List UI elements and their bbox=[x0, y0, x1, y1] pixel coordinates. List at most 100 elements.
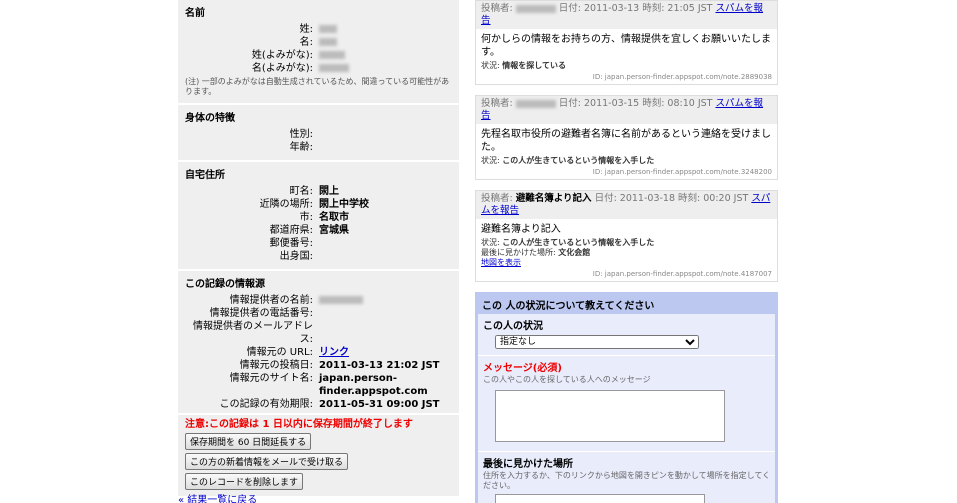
message-field-label: メッセージ(必須) bbox=[483, 363, 562, 374]
sex-label: 性別: bbox=[289, 129, 313, 140]
back-to-results-link[interactable]: « 結果一覧に戻る bbox=[178, 491, 257, 503]
surname-value bbox=[315, 23, 452, 36]
postal-code-row: 郵便番号: bbox=[185, 237, 452, 250]
sex-value bbox=[315, 128, 452, 141]
town-value: 閖上 bbox=[319, 186, 339, 197]
note-author-prefix: 投稿者: bbox=[481, 193, 513, 204]
message-hint: この人やこの人を探している人へのメッセージ bbox=[483, 375, 651, 384]
source-email-label: 情報提供者のメールアドレス: bbox=[193, 321, 313, 345]
note-card: 投稿者: 日付: 2011-03-15 時刻: 08:10 JST スパムを報告… bbox=[475, 95, 778, 180]
note-header: 投稿者: 避難名簿より記入 日付: 2011-03-18 時刻: 00:20 J… bbox=[476, 191, 777, 219]
given-name-reading-row: 名(よみがな): bbox=[185, 62, 452, 75]
subscribe-button[interactable]: この方の新着情報をメールで受け取る bbox=[185, 453, 349, 470]
status-field-label: この人の状況 bbox=[483, 321, 543, 332]
prefecture-value: 宮城県 bbox=[319, 225, 349, 236]
expiry-label: この記録の有効期限: bbox=[219, 399, 313, 410]
note-last-seen-label: 最後に見かけた場所: bbox=[481, 248, 559, 257]
source-section-title: この記録の情報源 bbox=[185, 279, 265, 290]
last-seen-input[interactable] bbox=[495, 494, 705, 503]
person-details-column: 名前 姓: 名: 姓(よみがな): 名(よみがな): (注) 一部のよみがなは自… bbox=[178, 0, 459, 496]
physical-section-title: 身体の特徴 bbox=[185, 113, 235, 124]
note-last-seen: 最後に見かけた場所: 文化会館 bbox=[476, 248, 777, 258]
given-name-reading-value bbox=[315, 62, 452, 75]
neighborhood-label: 近隣の場所: bbox=[259, 199, 313, 210]
note-date: 日付: 2011-03-13 時刻: 21:05 JST bbox=[558, 3, 713, 14]
postal-code-label: 郵便番号: bbox=[269, 238, 313, 249]
home-country-row: 出身国: bbox=[185, 250, 452, 263]
town-row: 町名: 閖上 bbox=[185, 185, 452, 198]
note-text: 先程名取市役所の避難者名簿に名前があるという連絡を受けました。 bbox=[481, 129, 771, 153]
note-status: 状況: 情報を探している bbox=[476, 61, 777, 71]
last-seen-field-label: 最後に見かけた場所 bbox=[483, 459, 573, 470]
extend-expiry-button[interactable]: 保存期間を 60 日間延長する bbox=[185, 433, 312, 450]
note-author-prefix: 投稿者: bbox=[481, 3, 513, 14]
note-status-label: 状況: bbox=[481, 156, 503, 165]
source-url-value: リンク bbox=[315, 346, 452, 359]
add-note-form: この 人の状況について教えてください この人の状況 指定なし メッセージ(必須)… bbox=[475, 292, 778, 503]
note-text: 何かしらの情報をお持ちの方、情報提供を宜しくお願いいたします。 bbox=[481, 34, 771, 58]
source-section: この記録の情報源 情報提供者の名前: 情報提供者の電話番号: 情報提供者のメール… bbox=[178, 271, 459, 413]
form-title: この 人の状況について教えてください bbox=[478, 295, 775, 314]
source-email-row: 情報提供者のメールアドレス: bbox=[185, 320, 452, 346]
source-phone-label: 情報提供者の電話番号: bbox=[209, 308, 313, 319]
note-id: ID: japan.person-finder.appspot.com/note… bbox=[592, 168, 772, 176]
status-select[interactable]: 指定なし bbox=[495, 335, 699, 349]
surname-row: 姓: bbox=[185, 23, 452, 36]
source-phone-row: 情報提供者の電話番号: bbox=[185, 307, 452, 320]
record-actions: 注意:この記録は 1 日以内に保存期間が終了します 保存期間を 60 日間延長す… bbox=[178, 415, 459, 496]
source-site-label: 情報元のサイト名: bbox=[229, 373, 313, 384]
message-textarea[interactable] bbox=[495, 390, 725, 442]
note-status-value: 情報を探している bbox=[502, 61, 567, 70]
note-id: ID: japan.person-finder.appspot.com/note… bbox=[592, 73, 772, 81]
source-email-value bbox=[315, 320, 452, 346]
age-row: 年齢: bbox=[185, 141, 452, 154]
address-section-title: 自宅住所 bbox=[185, 170, 225, 181]
note-status-label: 状況: bbox=[481, 61, 503, 70]
delete-record-button[interactable]: このレコードを削除します bbox=[185, 473, 304, 490]
note-status-label: 状況: bbox=[481, 238, 503, 247]
last-seen-hint: 住所を入力するか、下のリンクから地図を開きピンを動かして場所を指定してください。 bbox=[483, 471, 771, 490]
notes-column: 投稿者: 日付: 2011-03-13 時刻: 21:05 JST スパムを報告… bbox=[475, 0, 778, 503]
home-country-value bbox=[315, 250, 452, 263]
source-name-row: 情報提供者の名前: bbox=[185, 294, 452, 307]
city-value: 名取市 bbox=[319, 212, 349, 223]
note-date: 日付: 2011-03-15 時刻: 08:10 JST bbox=[558, 98, 713, 109]
note-date: 日付: 2011-03-18 時刻: 00:20 JST bbox=[594, 193, 749, 204]
expiry-warning: 注意:この記録は 1 日以内に保存期間が終了します bbox=[185, 419, 413, 430]
status-group: この人の状況 指定なし bbox=[478, 314, 775, 356]
note-author bbox=[515, 98, 556, 109]
reading-note: (注) 一部のよみがなは自動生成されているため、間違っている可能性があります。 bbox=[185, 77, 450, 96]
source-date-label: 情報元の投稿日: bbox=[239, 360, 313, 371]
note-author: 避難名簿より記入 bbox=[515, 193, 592, 204]
note-status-value: この人が生きているという情報を入手した bbox=[502, 156, 655, 165]
town-label: 町名: bbox=[289, 186, 313, 197]
sex-row: 性別: bbox=[185, 128, 452, 141]
name-section: 名前 姓: 名: 姓(よみがな): 名(よみがな): (注) 一部のよみがなは自… bbox=[178, 0, 459, 105]
age-label: 年齢: bbox=[289, 142, 313, 153]
surname-reading-value bbox=[315, 49, 452, 62]
age-value bbox=[315, 141, 452, 154]
note-header: 投稿者: 日付: 2011-03-15 時刻: 08:10 JST スパムを報告 bbox=[476, 96, 777, 124]
last-seen-group: 最後に見かけた場所 住所を入力するか、下のリンクから地図を開きピンを動かして場所… bbox=[478, 452, 775, 503]
expiry-value: 2011-05-31 09:00 JST bbox=[319, 399, 440, 410]
source-url-link[interactable]: リンク bbox=[319, 347, 349, 358]
address-section: 自宅住所 町名: 閖上 近隣の場所: 閖上中学校 市: 名取市 都道府県: 宮城県 郵便… bbox=[178, 162, 459, 271]
source-phone-value bbox=[315, 307, 452, 320]
source-site-row: 情報元のサイト名: japan.person-finder.appspot.com bbox=[185, 372, 452, 398]
given-name-reading-label: 名(よみがな): bbox=[251, 63, 313, 74]
note-last-seen-value: 文化会館 bbox=[558, 248, 591, 257]
source-name-label: 情報提供者の名前: bbox=[229, 295, 313, 306]
note-id: ID: japan.person-finder.appspot.com/note… bbox=[592, 270, 772, 278]
given-name-row: 名: bbox=[185, 36, 452, 49]
source-url-label: 情報元の URL: bbox=[246, 347, 313, 358]
note-author-prefix: 投稿者: bbox=[481, 98, 513, 109]
postal-code-value bbox=[315, 237, 452, 250]
note-header: 投稿者: 日付: 2011-03-13 時刻: 21:05 JST スパムを報告 bbox=[476, 1, 777, 29]
note-status: 状況: この人が生きているという情報を入手した bbox=[476, 238, 777, 248]
source-url-row: 情報元の URL: リンク bbox=[185, 346, 452, 359]
surname-reading-row: 姓(よみがな): bbox=[185, 49, 452, 62]
source-date-value: 2011-03-13 21:02 JST bbox=[319, 360, 440, 371]
show-map-link[interactable]: 地図を表示 bbox=[481, 258, 521, 267]
note-text: 避難名簿より記入 bbox=[481, 224, 561, 235]
given-name-label: 名: bbox=[299, 37, 313, 48]
